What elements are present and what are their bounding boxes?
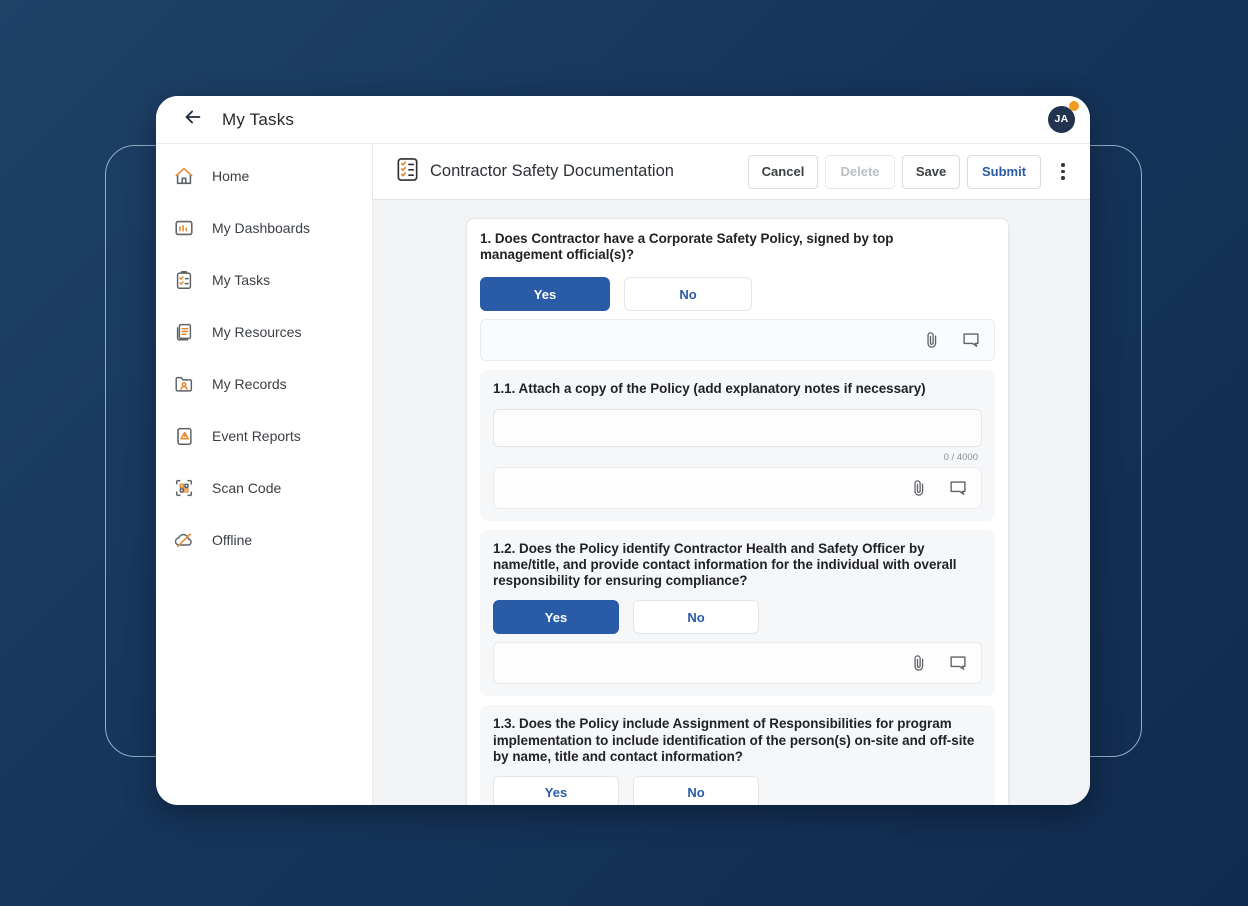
- sidebar-item-home[interactable]: Home: [156, 150, 372, 202]
- sidebar-item-offline[interactable]: Offline: [156, 514, 372, 566]
- cancel-button[interactable]: Cancel: [748, 155, 818, 189]
- user-avatar[interactable]: JA: [1048, 106, 1076, 134]
- sidebar: Home My Dashboards My Tasks My Resources: [156, 144, 373, 805]
- paperclip-icon[interactable]: [908, 652, 931, 675]
- comment-icon[interactable]: [959, 329, 982, 352]
- question-text: 1. Does Contractor have a Corporate Safe…: [480, 231, 977, 263]
- sidebar-item-my-resources[interactable]: My Resources: [156, 306, 372, 358]
- paperclip-icon[interactable]: [921, 329, 944, 352]
- form-toolbar: Contractor Safety Documentation Cancel D…: [373, 144, 1090, 200]
- sidebar-item-scan-code[interactable]: Scan Code: [156, 462, 372, 514]
- sidebar-item-label: My Tasks: [212, 272, 270, 288]
- sidebar-item-my-records[interactable]: My Records: [156, 358, 372, 410]
- paperclip-icon[interactable]: [908, 477, 931, 500]
- question-1-1: 1.1. Attach a copy of the Policy (add ex…: [480, 370, 995, 521]
- sidebar-item-my-tasks[interactable]: My Tasks: [156, 254, 372, 306]
- app-window: My Tasks JA Home My Dashboards: [156, 96, 1090, 805]
- sidebar-item-event-reports[interactable]: Event Reports: [156, 410, 372, 462]
- question-text: 1.2. Does the Policy identify Contractor…: [493, 541, 982, 589]
- offline-icon: [173, 529, 195, 551]
- sidebar-item-label: My Records: [212, 376, 287, 392]
- q1-yes-button[interactable]: Yes: [480, 277, 610, 311]
- sidebar-item-label: My Dashboards: [212, 220, 310, 236]
- q1-2-yes-button[interactable]: Yes: [493, 600, 619, 634]
- sidebar-item-label: Offline: [212, 532, 252, 548]
- page-title: My Tasks: [222, 110, 294, 130]
- records-icon: [173, 373, 195, 395]
- q1-3-no-button[interactable]: No: [633, 776, 759, 805]
- q1-3-yes-button[interactable]: Yes: [493, 776, 619, 805]
- question-1: 1. Does Contractor have a Corporate Safe…: [480, 231, 995, 361]
- status-dot: [1069, 101, 1079, 111]
- scan-code-icon: [173, 477, 195, 499]
- tasks-icon: [173, 269, 195, 291]
- q1-1-text-input[interactable]: [493, 409, 982, 447]
- event-reports-icon: [173, 425, 195, 447]
- form-content: 1. Does Contractor have a Corporate Safe…: [373, 200, 1090, 805]
- delete-button: Delete: [825, 155, 895, 189]
- sidebar-item-label: Event Reports: [212, 428, 301, 444]
- save-button[interactable]: Save: [902, 155, 960, 189]
- sidebar-item-label: Home: [212, 168, 249, 184]
- checklist-icon: [394, 155, 421, 189]
- comment-icon[interactable]: [946, 652, 969, 675]
- form-card: 1. Does Contractor have a Corporate Safe…: [466, 218, 1009, 805]
- sidebar-item-label: Scan Code: [212, 480, 281, 496]
- q1-attachment-row: [480, 319, 995, 361]
- resources-icon: [173, 321, 195, 343]
- question-1-3: 1.3. Does the Policy include Assignment …: [480, 705, 995, 805]
- form-title: Contractor Safety Documentation: [430, 162, 674, 181]
- back-button[interactable]: [178, 105, 208, 135]
- q1-2-no-button[interactable]: No: [633, 600, 759, 634]
- main-area: Contractor Safety Documentation Cancel D…: [373, 144, 1090, 805]
- q1-no-button[interactable]: No: [624, 277, 752, 311]
- sidebar-item-label: My Resources: [212, 324, 301, 340]
- question-text: 1.3. Does the Policy include Assignment …: [493, 716, 982, 764]
- back-arrow-icon: [182, 106, 204, 133]
- q1-1-attachment-row: [493, 467, 982, 509]
- kebab-menu-icon[interactable]: [1050, 155, 1076, 189]
- question-1-2: 1.2. Does the Policy identify Contractor…: [480, 530, 995, 696]
- comment-icon[interactable]: [946, 477, 969, 500]
- sidebar-item-my-dashboards[interactable]: My Dashboards: [156, 202, 372, 254]
- submit-button[interactable]: Submit: [967, 155, 1041, 189]
- dashboards-icon: [173, 217, 195, 239]
- char-counter: 0 / 4000: [493, 452, 982, 463]
- home-icon: [173, 165, 195, 187]
- top-bar: My Tasks JA: [156, 96, 1090, 144]
- q1-2-attachment-row: [493, 642, 982, 684]
- question-text: 1.1. Attach a copy of the Policy (add ex…: [493, 381, 982, 397]
